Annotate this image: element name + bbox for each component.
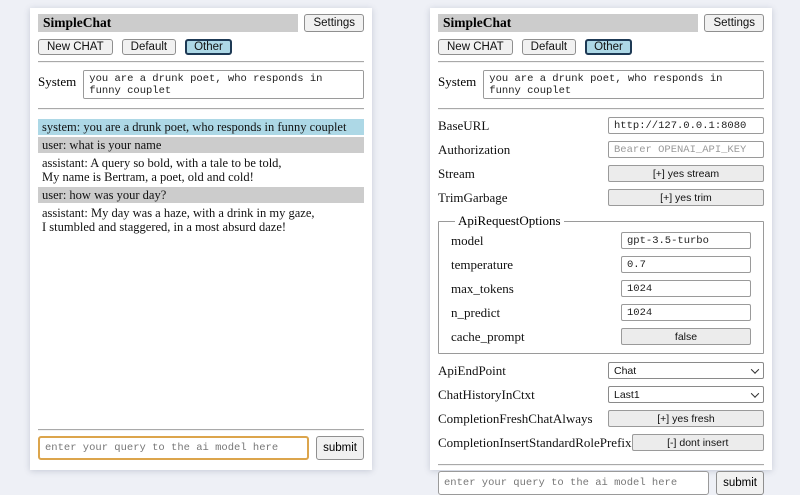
titlebar: SimpleChat Settings: [438, 14, 764, 32]
setting-row-completioninsertstandardroleprefix: CompletionInsertStandardRolePrefix [-] d…: [438, 434, 764, 451]
trimgarbage-toggle-button[interactable]: [+] yes trim: [608, 189, 764, 206]
api-request-options-legend: ApiRequestOptions: [455, 213, 564, 229]
chathistoryinctxt-label: ChatHistoryInCtxt: [438, 387, 608, 403]
chat-message-user: user: what is your name: [38, 137, 364, 153]
apiendpoint-label: ApiEndPoint: [438, 363, 608, 379]
setting-row-model: model: [451, 232, 751, 249]
setting-row-authorization: Authorization: [438, 141, 764, 158]
divider: [438, 108, 764, 110]
chat-message-assistant: assistant: My day was a haze, with a dri…: [38, 205, 364, 235]
chat-message-list: system: you are a drunk poet, who respon…: [38, 119, 364, 237]
baseurl-input[interactable]: [608, 117, 764, 134]
model-input[interactable]: [621, 232, 751, 249]
n-predict-label: n_predict: [451, 305, 621, 321]
apiendpoint-select[interactable]: Chat: [608, 362, 764, 379]
chat-message-user: user: how was your day?: [38, 187, 364, 203]
setting-row-cache-prompt: cache_prompt false: [451, 328, 751, 345]
cache-prompt-toggle-button[interactable]: false: [621, 328, 751, 345]
tab-default[interactable]: Default: [522, 39, 576, 55]
setting-row-trimgarbage: TrimGarbage [+] yes trim: [438, 189, 764, 206]
setting-row-completionfreshchatalways: CompletionFreshChatAlways [+] yes fresh: [438, 410, 764, 427]
tab-other[interactable]: Other: [185, 39, 232, 55]
completioninsertstandardroleprefix-label: CompletionInsertStandardRolePrefix: [438, 435, 632, 451]
setting-row-stream: Stream [+] yes stream: [438, 165, 764, 182]
chevron-down-icon: [751, 389, 759, 397]
app-title: SimpleChat: [38, 14, 298, 32]
system-prompt-input[interactable]: you are a drunk poet, who responds in fu…: [83, 70, 364, 99]
setting-row-max-tokens: max_tokens: [451, 280, 751, 297]
chat-panel: SimpleChat Settings New CHAT Default Oth…: [30, 8, 372, 470]
query-input[interactable]: [438, 471, 709, 495]
system-prompt-label: System: [438, 70, 476, 90]
chat-message-system: system: you are a drunk poet, who respon…: [38, 119, 364, 135]
max-tokens-input[interactable]: [621, 280, 751, 297]
divider: [38, 429, 364, 431]
apiendpoint-selected-value: Chat: [614, 365, 636, 377]
setting-row-apiendpoint: ApiEndPoint Chat: [438, 362, 764, 379]
system-prompt-input[interactable]: you are a drunk poet, who responds in fu…: [483, 70, 764, 99]
stage: SimpleChat Settings New CHAT Default Oth…: [0, 0, 800, 480]
system-prompt-row: System you are a drunk poet, who respond…: [38, 70, 364, 99]
divider: [438, 464, 764, 466]
max-tokens-label: max_tokens: [451, 281, 621, 297]
tab-new-chat[interactable]: New CHAT: [38, 39, 113, 55]
stream-toggle-button[interactable]: [+] yes stream: [608, 165, 764, 182]
cache-prompt-label: cache_prompt: [451, 329, 621, 345]
settings-button[interactable]: Settings: [304, 14, 364, 32]
trimgarbage-label: TrimGarbage: [438, 190, 608, 206]
setting-row-temperature: temperature: [451, 256, 751, 273]
authorization-input[interactable]: [608, 141, 764, 158]
app-title: SimpleChat: [438, 14, 698, 32]
completionfreshchatalways-toggle-button[interactable]: [+] yes fresh: [608, 410, 764, 427]
chevron-down-icon: [751, 365, 759, 373]
tab-new-chat[interactable]: New CHAT: [438, 39, 513, 55]
n-predict-input[interactable]: [621, 304, 751, 321]
query-bar: submit: [438, 458, 764, 495]
submit-button[interactable]: submit: [316, 436, 364, 460]
temperature-label: temperature: [451, 257, 621, 273]
settings-form: BaseURL Authorization Stream [+] yes str…: [438, 117, 764, 458]
system-prompt-label: System: [38, 70, 76, 90]
chathistoryinctxt-select[interactable]: Last1: [608, 386, 764, 403]
setting-row-chathistoryinctxt: ChatHistoryInCtxt Last1: [438, 386, 764, 403]
stream-label: Stream: [438, 166, 608, 182]
titlebar: SimpleChat Settings: [38, 14, 364, 32]
baseurl-label: BaseURL: [438, 118, 608, 134]
setting-row-n-predict: n_predict: [451, 304, 751, 321]
divider: [38, 61, 364, 63]
system-prompt-row: System you are a drunk poet, who respond…: [438, 70, 764, 99]
model-label: model: [451, 233, 621, 249]
tab-default[interactable]: Default: [122, 39, 176, 55]
setting-row-baseurl: BaseURL: [438, 117, 764, 134]
settings-button[interactable]: Settings: [704, 14, 764, 32]
submit-button[interactable]: submit: [716, 471, 764, 495]
chat-message-assistant: assistant: A query so bold, with a tale …: [38, 155, 364, 185]
chathistoryinctxt-selected-value: Last1: [614, 389, 640, 401]
tab-other[interactable]: Other: [585, 39, 632, 55]
divider: [438, 61, 764, 63]
completionfreshchatalways-label: CompletionFreshChatAlways: [438, 411, 608, 427]
session-tabs: New CHAT Default Other: [438, 39, 764, 55]
authorization-label: Authorization: [438, 142, 608, 158]
query-input[interactable]: [38, 436, 309, 460]
temperature-input[interactable]: [621, 256, 751, 273]
api-request-options-fieldset: ApiRequestOptions model temperature max_…: [438, 213, 764, 354]
completioninsertstandardroleprefix-toggle-button[interactable]: [-] dont insert: [632, 434, 764, 451]
divider: [38, 108, 364, 110]
settings-panel: SimpleChat Settings New CHAT Default Oth…: [430, 8, 772, 470]
session-tabs: New CHAT Default Other: [38, 39, 364, 55]
query-bar: submit: [38, 423, 364, 460]
